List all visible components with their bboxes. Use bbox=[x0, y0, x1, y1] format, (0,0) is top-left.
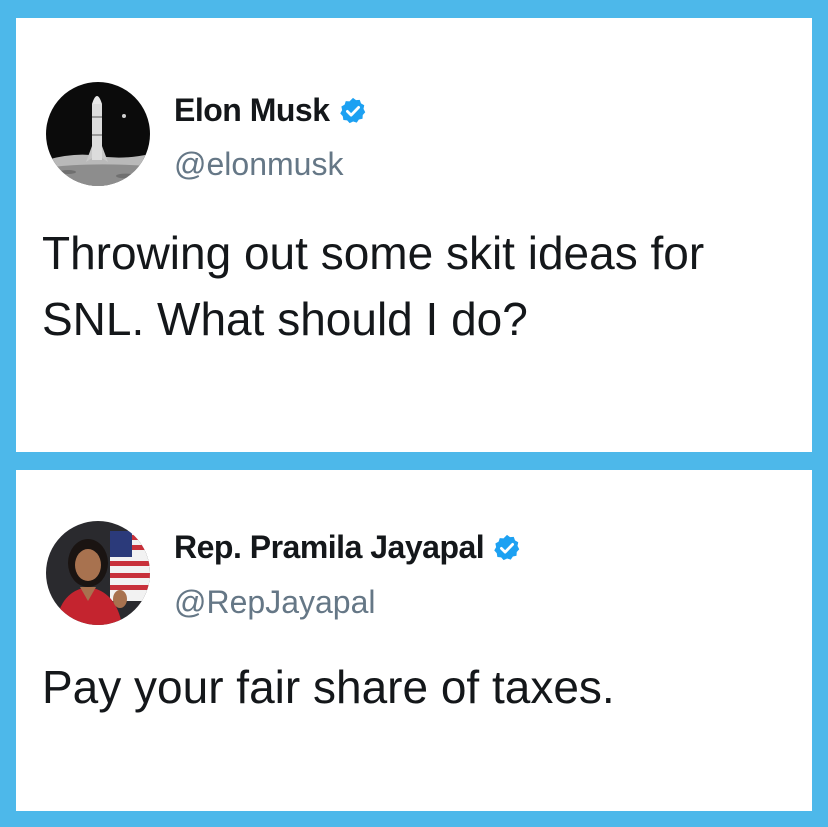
avatar[interactable] bbox=[46, 521, 150, 625]
author-row: Rep. Pramila Jayapal bbox=[174, 529, 522, 566]
verified-badge-icon bbox=[338, 96, 368, 126]
verified-badge-icon bbox=[492, 533, 522, 563]
starship-avatar-icon bbox=[46, 82, 150, 186]
display-name[interactable]: Rep. Pramila Jayapal bbox=[174, 529, 485, 566]
display-name[interactable]: Elon Musk bbox=[174, 92, 330, 129]
tweet-text: Throwing out some skit ideas for SNL. Wh… bbox=[42, 227, 705, 345]
tweet-text: Pay your fair share of taxes. bbox=[42, 661, 615, 713]
avatar[interactable] bbox=[46, 82, 150, 186]
tweet-card-jayapal[interactable]: Rep. Pramila Jayapal @RepJayapal Pay you… bbox=[16, 470, 812, 811]
author-row: Elon Musk bbox=[174, 92, 368, 129]
user-handle[interactable]: @RepJayapal bbox=[174, 584, 375, 621]
person-avatar-icon bbox=[46, 521, 150, 625]
user-handle[interactable]: @elonmusk bbox=[174, 146, 343, 183]
tweet-card-elon[interactable]: Elon Musk @elonmusk Throwing out some sk… bbox=[16, 18, 812, 452]
